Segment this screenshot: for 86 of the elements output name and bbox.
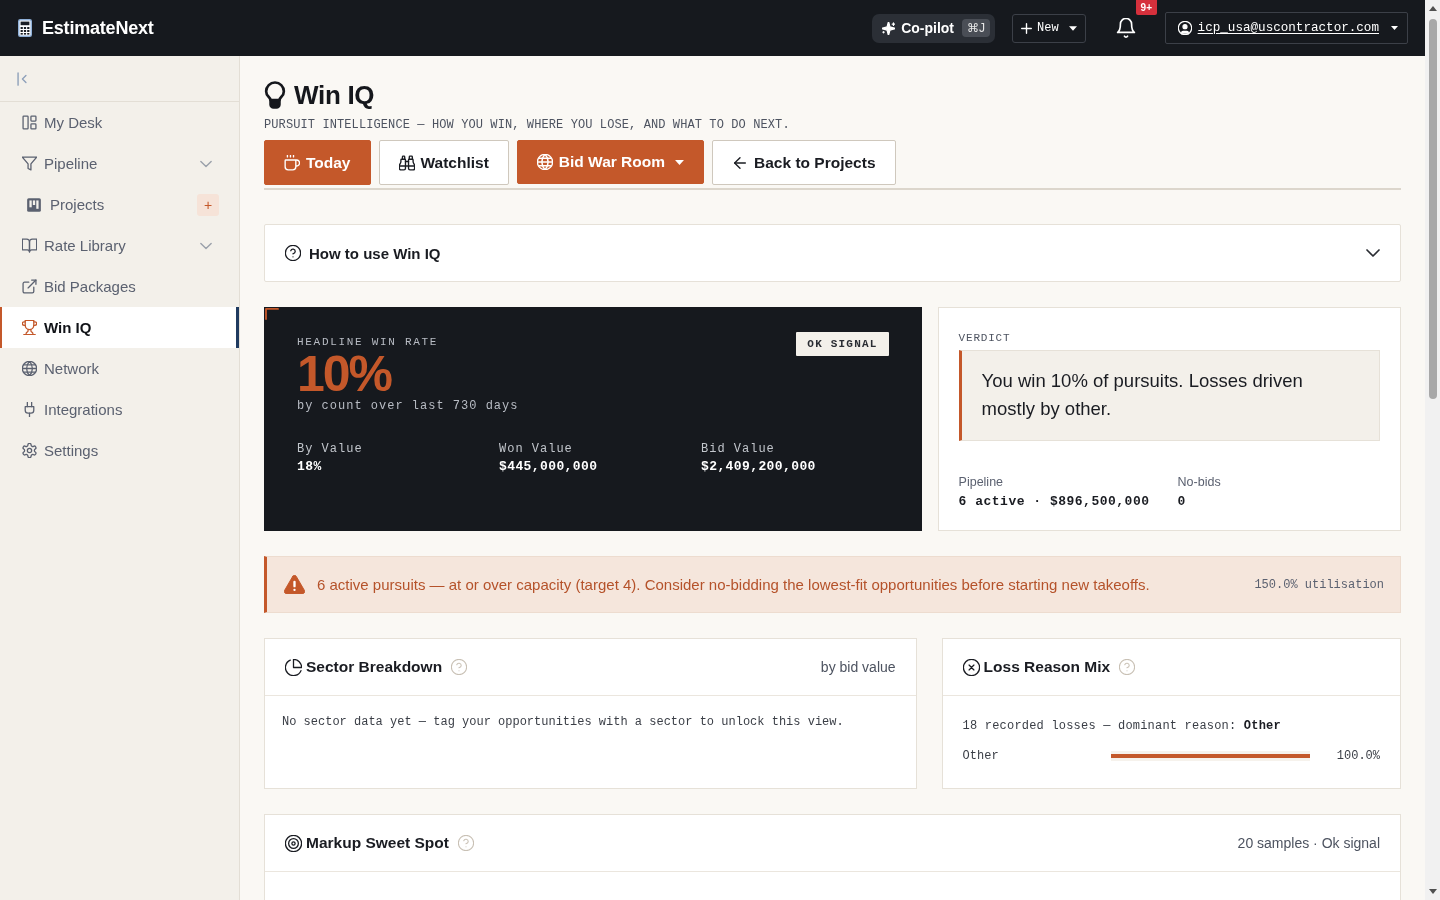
account-button[interactable]: icp_usa@uscontractor.com [1164,12,1408,44]
page-action-button[interactable]: Bid War Room [516,140,705,184]
trophy-icon [22,320,37,335]
external-link-icon [22,279,37,294]
signal-badge: OK SIGNAL [796,332,889,356]
empty-message: No sector data yet — tag your opportunities with a sector to unlock this view. [282,715,845,729]
scrollbar[interactable] [1425,0,1440,900]
stat-label: No-bids [1177,475,1222,489]
bell-icon [1115,18,1136,38]
stat-label: Pipeline [958,475,1005,489]
calculator-icon [18,19,32,37]
sidebar-item[interactable]: Projects [0,184,197,225]
kanban-icon [26,196,42,213]
warning-icon [284,575,305,594]
sidebar-item[interactable]: Settings [0,430,239,471]
notifications-button[interactable] [1115,18,1136,38]
chevron-icon [1366,248,1380,258]
stat-label: Won Value [499,442,574,456]
page-subtitle: PURSUIT INTELLIGENCE — HOW YOU WIN, WHERE YOU LOSE, AND WHAT TO DO NEXT. [264,118,791,132]
win-rate-value: 10% [297,349,393,399]
globe-icon [536,154,553,170]
sidebar-item[interactable]: Win IQ [0,307,239,348]
help-icon[interactable] [451,659,468,675]
card-meta: 20 samples · Ok signal [1237,835,1380,851]
sidebar-item[interactable]: My Desk [0,102,239,143]
sidebar-item[interactable]: Integrations [0,389,239,430]
card-meta: by bid value [820,659,896,675]
dashboard-icon [22,115,37,130]
caret-icon [1391,26,1398,30]
globe-icon [22,361,37,376]
collapse-sidebar-button[interactable] [17,71,27,86]
scrollbar-thumb[interactable] [1428,19,1437,399]
alert-text: 6 active pursuits — at or over capacity (target 4). Consider no-bidding the lowest-fit opportunities before starting new takeoffs. [317,576,1151,593]
help-accordion[interactable]: How to use Win IQ [264,224,1401,282]
stat-value: 0 [1177,494,1187,510]
coffee-icon [284,154,300,171]
add-project-button[interactable]: + [197,193,219,216]
loss-summary: 18 recorded losses — dominant reason: Other [962,719,1282,733]
scroll-down-icon[interactable] [1428,889,1437,894]
lightbulb-icon [264,81,286,109]
utilisation-text: 150.0% utilisation [1254,577,1384,592]
pie-chart-icon [285,658,302,676]
shortcut-key: ⌘J [962,19,990,37]
stat-value: $445,000,000 [499,459,599,475]
stat-label: Bid Value [701,442,776,456]
sidebar-item[interactable]: Bid Packages [0,266,239,307]
verdict-text: You win 10% of pursuits. Losses driven mostly by other. [958,350,1380,441]
new-button[interactable]: New [1012,13,1086,43]
page-action-button[interactable]: Back to Projects [712,140,896,185]
app-name[interactable]: EstimateNext [42,17,154,39]
binoculars-icon [398,154,415,171]
stat-label: By Value [297,442,364,456]
plug-icon [22,402,37,417]
card-title: Loss Reason Mix [983,658,1111,676]
stat-value: 18% [297,459,323,475]
caret-icon [1068,25,1077,31]
plus-icon [1021,22,1032,34]
page-action-button[interactable]: Watchlist [378,140,509,185]
notification-badge: 9+ [1135,0,1157,15]
settings-icon [22,443,37,458]
sidebar-item[interactable]: Rate Library [0,225,239,266]
verdict-label: VERDICT [958,331,1012,345]
corner-mark-icon [265,308,279,320]
help-icon [285,245,301,261]
collapse-icon [17,71,27,86]
card-title: Sector Breakdown [306,658,443,676]
stat-value: $2,409,200,000 [701,459,817,475]
stat-value: 6 active · $896,500,000 [958,494,1151,510]
scroll-up-icon[interactable] [1428,6,1437,11]
book-icon [22,238,37,253]
user-icon [1177,21,1192,35]
page-action-button[interactable]: Today [264,140,371,185]
sidebar-item[interactable]: Pipeline [0,143,239,184]
help-icon[interactable] [457,835,474,851]
reason-share: 100.0% [1335,749,1380,763]
help-icon[interactable] [1119,659,1136,675]
sparkles-icon [882,21,896,35]
copilot-button[interactable]: Co-pilot ⌘J [872,13,995,43]
headline-label: HEADLINE WIN RATE [297,335,440,349]
reason-label: Other [962,749,1000,763]
sidebar-item[interactable]: Network [0,348,239,389]
page-title: Win IQ [294,79,375,111]
card-title: Markup Sweet Spot [306,834,449,852]
win-rate-caption: by count over last 730 days [297,399,520,413]
target-icon [285,834,302,852]
filter-icon [22,156,37,171]
